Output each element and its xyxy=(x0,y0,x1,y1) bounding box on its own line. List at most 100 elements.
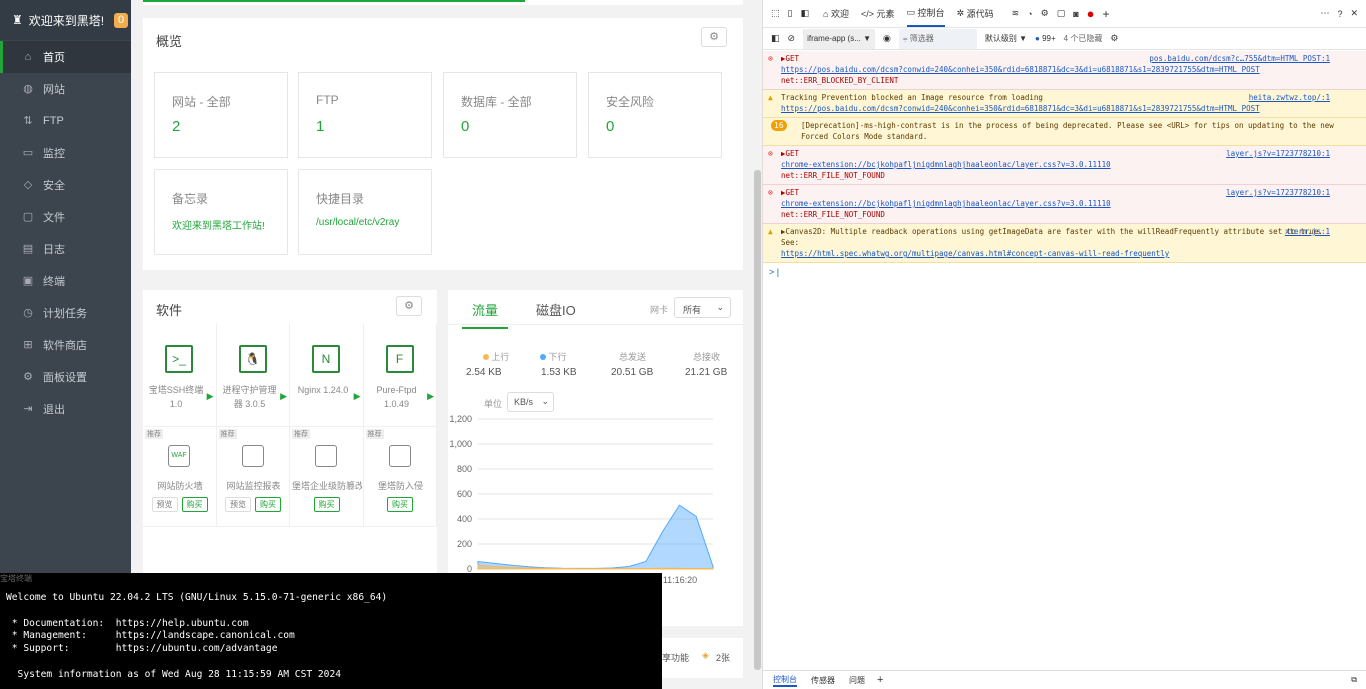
main-scrollbar[interactable] xyxy=(754,170,761,670)
sidebar-item[interactable]: ▣ 终端 xyxy=(0,265,131,297)
overview-settings-button[interactable]: ⚙ xyxy=(701,27,727,47)
sidebar-item[interactable]: ▭ 监控 xyxy=(0,137,131,169)
recommended-app-tile[interactable]: 推荐 堡塔企业级防篡改 购买 xyxy=(290,427,364,527)
sidebar-item[interactable]: ⇅ FTP xyxy=(0,105,131,137)
play-icon[interactable]: ▶ xyxy=(354,391,361,402)
buy-button[interactable]: 购买 xyxy=(255,497,281,512)
preview-button[interactable]: 预览 xyxy=(225,497,251,512)
sidebar-item[interactable]: ◍ 网站 xyxy=(0,73,131,105)
buy-button[interactable]: 购买 xyxy=(313,497,340,512)
quickdir-link[interactable]: /usr/local/etc/v2ray xyxy=(316,217,399,228)
sidebar-item[interactable]: ⚙ 面板设置 xyxy=(0,361,131,393)
context-select[interactable]: iframe-app (s... ▼ xyxy=(803,28,875,49)
software-app-tile[interactable]: N Nginx 1.24.0 ▶ xyxy=(290,323,364,427)
buy-button[interactable]: 购买 xyxy=(181,497,208,512)
software-app-tile[interactable]: >_ 宝塔SSH终端 1.0 ▶ xyxy=(143,323,217,427)
console-warning[interactable]: ▲ Tracking Prevention blocked an Image re… xyxy=(763,90,1366,118)
settings-gear-icon[interactable]: ⚙ xyxy=(1041,4,1049,24)
sidebar-item[interactable]: ▤ 日志 xyxy=(0,233,131,265)
tab-elements[interactable]: </> 元素 xyxy=(861,4,895,24)
message-link[interactable]: chrome-extension://bcjkohpafljnigdmnlagh… xyxy=(781,199,1111,208)
buy-button[interactable]: 购买 xyxy=(387,497,413,512)
sidebar-item[interactable]: ◇ 安全 xyxy=(0,169,131,201)
recommended-app-tile[interactable]: 推荐 堡塔防入侵 购买 xyxy=(363,427,437,527)
performance-icon[interactable]: ◔ xyxy=(1027,4,1032,24)
drawer-tab-console[interactable]: 控制台 xyxy=(773,674,797,687)
top-progress-bar xyxy=(143,0,743,5)
message-link[interactable]: https://pos.baidu.com/dcsm?conwid=240&co… xyxy=(781,104,1260,113)
play-icon[interactable]: ▶ xyxy=(207,391,214,402)
gear-icon: ⚙ xyxy=(404,300,414,312)
recommended-app-tile[interactable]: 推荐 网站监控报表 预览 购买 xyxy=(216,427,290,527)
memo-card[interactable]: 备忘录 欢迎来到黑塔工作站! xyxy=(154,169,288,255)
more-options-icon[interactable]: ⋯ xyxy=(1320,4,1329,24)
preview-button[interactable]: 预览 xyxy=(151,497,178,512)
source-link[interactable]: layer.js?v=1723778210:1 xyxy=(1226,148,1330,159)
add-tool-icon[interactable]: + xyxy=(1103,4,1110,24)
stat-value: 1 xyxy=(316,118,325,135)
sidebar-icon[interactable]: ◧ xyxy=(771,29,780,49)
stat-security-risk[interactable]: 安全风险 0 xyxy=(588,72,722,158)
device-icon[interactable]: ▯ xyxy=(788,4,793,24)
terminal-window[interactable]: 宝塔终端 Welcome to Ubuntu 22.04.2 LTS (GNU/… xyxy=(0,573,662,689)
sidebar-item[interactable]: ◷ 计划任务 xyxy=(0,297,131,329)
eye-icon[interactable]: ◉ xyxy=(883,29,891,49)
drawer-tab-sensors[interactable]: 传感器 xyxy=(811,675,835,686)
play-icon[interactable]: ▶ xyxy=(280,391,287,402)
message-link[interactable]: chrome-extension://bcjkohpafljnigdmnlagh… xyxy=(781,160,1111,169)
console-error[interactable]: ⊗ ▶GET chrome-extension://bcjkohpafljnigdm… xyxy=(763,185,1366,224)
sidebar-item[interactable]: ⌂ 首页 xyxy=(0,41,131,73)
stat-value: 0 xyxy=(606,118,615,135)
console-error[interactable]: ⊗ ▶GET https://pos.baidu.com/dcsm?conwid=2… xyxy=(763,51,1366,90)
inspect-icon[interactable]: ⬚ xyxy=(771,4,780,24)
console-warning[interactable]: 16 [Deprecation]-ms-high-contrast is in t… xyxy=(763,118,1366,146)
unit-select[interactable]: KB/s ⌄ xyxy=(507,392,554,412)
level-select[interactable]: 默认级别 ▼ xyxy=(985,29,1027,49)
console-settings-icon[interactable]: ⚙ xyxy=(1110,29,1118,49)
nic-select[interactable]: 所有 ⌄ xyxy=(674,297,731,318)
sidebar-item[interactable]: ⊞ 软件商店 xyxy=(0,329,131,361)
message-link[interactable]: https://html.spec.whatwg.org/multipage/c… xyxy=(781,249,1169,258)
issues-count[interactable]: ● 99+ xyxy=(1035,29,1056,49)
opera-icon[interactable]: ● xyxy=(1087,4,1095,24)
app-name: Pure-Ftpd xyxy=(376,385,417,395)
source-link[interactable]: xterm.js:1 xyxy=(1285,226,1330,237)
notification-badge[interactable]: 0 xyxy=(114,12,128,28)
application-icon[interactable]: ▢ xyxy=(1057,4,1066,24)
close-devtools-icon[interactable]: ✕ xyxy=(1350,4,1358,24)
sidebar-toggle-icon[interactable]: ◧ xyxy=(800,4,809,24)
software-app-tile[interactable]: 🐧 进程守护管理器 3.0.5 ▶ xyxy=(216,323,290,427)
add-drawer-tab-icon[interactable]: + xyxy=(877,674,883,686)
drawer-tab-issues[interactable]: 问题 xyxy=(849,675,865,686)
dock-icon[interactable]: ⧉ xyxy=(1351,675,1357,685)
quickdir-card[interactable]: 快捷目录/usr/local/etc/v2ray xyxy=(298,169,432,255)
clear-console-icon[interactable]: ⊘ xyxy=(788,29,796,49)
console-prompt[interactable]: > | xyxy=(763,263,1366,281)
chevron-down-icon: ⌄ xyxy=(716,302,724,312)
network-icon[interactable]: ≋ xyxy=(1012,4,1020,24)
source-link[interactable]: layer.js?v=1723778210:1 xyxy=(1226,187,1330,198)
filter-input[interactable]: ⩦ 筛选器 xyxy=(898,28,977,49)
recommended-app-tile[interactable]: 推荐 WAF 网站防火墙 预览 购买 xyxy=(143,427,217,527)
message-link[interactable]: https://pos.baidu.com/dcsm?conwid=240&co… xyxy=(781,65,1260,74)
stat-ftp[interactable]: FTP 1 xyxy=(298,72,432,158)
stat-databases[interactable]: 数据库 - 全部 0 xyxy=(443,72,577,158)
y-tick-label: 1,000 xyxy=(449,439,472,449)
stat-websites[interactable]: 网站 - 全部 2 xyxy=(154,72,288,158)
nginx-icon: N xyxy=(312,345,340,373)
memory-icon[interactable]: ◙ xyxy=(1073,4,1078,24)
play-icon[interactable]: ▶ xyxy=(427,391,434,402)
tab-welcome[interactable]: ⌂ 欢迎 xyxy=(823,4,849,24)
software-settings-button[interactable]: ⚙ xyxy=(396,296,422,316)
tab-disk-io[interactable]: 磁盘IO xyxy=(536,300,576,319)
sidebar-item[interactable]: ▢ 文件 xyxy=(0,201,131,233)
software-app-tile[interactable]: F Pure-Ftpd 1.0.49 ▶ xyxy=(363,323,437,427)
tab-sources[interactable]: ✲ 源代码 xyxy=(957,4,994,24)
tab-console[interactable]: ▭ 控制台 xyxy=(906,1,945,27)
console-warning[interactable]: ▲ ▶Canvas2D: Multiple readback operations… xyxy=(763,224,1366,263)
source-link[interactable]: pos.baidu.com/dcsm?c…755&dtm=HTML_POST:1 xyxy=(1149,53,1330,64)
console-error[interactable]: ⊗ ▶GET chrome-extension://bcjkohpafljnigdm… xyxy=(763,146,1366,185)
sidebar-item[interactable]: ⇥ 退出 xyxy=(0,393,131,425)
help-icon[interactable]: ? xyxy=(1337,4,1342,24)
source-link[interactable]: heita.zwtwz.top/:1 xyxy=(1249,92,1330,103)
